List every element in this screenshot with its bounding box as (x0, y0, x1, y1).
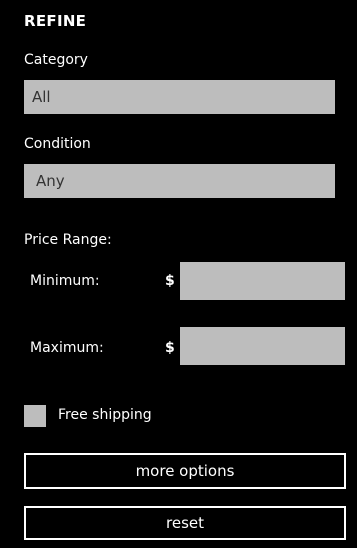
condition-label: Condition (24, 136, 91, 152)
maximum-price-input[interactable] (180, 327, 345, 365)
price-range-label: Price Range: (24, 232, 112, 248)
free-shipping-checkbox[interactable] (24, 405, 46, 427)
condition-select[interactable]: Any (24, 164, 335, 198)
category-select[interactable]: All (24, 80, 335, 114)
minimum-price-input[interactable] (180, 262, 345, 300)
minimum-label: Minimum: (30, 273, 100, 289)
maximum-label: Maximum: (30, 340, 104, 356)
page-title: REFINE (24, 12, 87, 30)
maximum-currency-symbol: $ (165, 340, 175, 356)
minimum-currency-symbol: $ (165, 273, 175, 289)
free-shipping-label[interactable]: Free shipping (58, 407, 152, 423)
reset-button[interactable]: reset (24, 506, 346, 540)
more-options-button[interactable]: more options (24, 453, 346, 489)
refine-panel: REFINE Category All Condition Any Price … (0, 0, 357, 548)
category-label: Category (24, 52, 88, 68)
